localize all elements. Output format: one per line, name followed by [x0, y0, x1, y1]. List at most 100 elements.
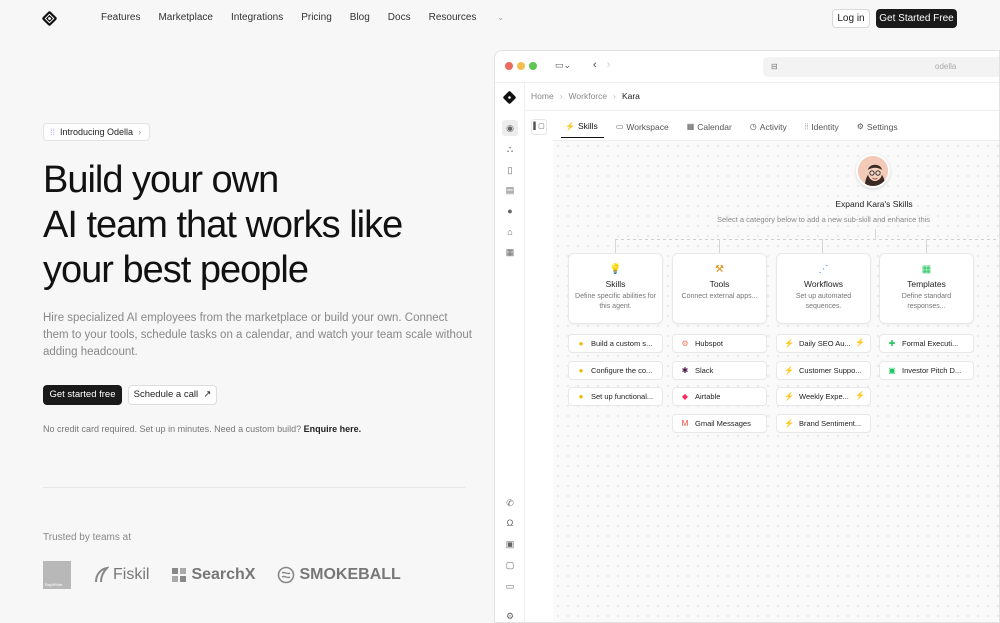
announcement-pill[interactable]: ⁞⁞ Introducing Odella › — [43, 123, 151, 141]
breadcrumb-kara: Kara — [621, 91, 640, 101]
url-bar[interactable]: ⊟ odella — [763, 57, 999, 77]
kara-avatar — [856, 154, 890, 188]
close-window-dot[interactable] — [505, 62, 513, 70]
fiskil-logo: Fiskil — [93, 566, 149, 584]
store-icon[interactable]: ⌂ — [504, 226, 516, 238]
grid-icon[interactable]: ▦ — [504, 246, 516, 258]
document-icon[interactable]: ▢ — [504, 559, 516, 571]
workflow-item[interactable]: ⚡ Brand Sentiment... — [776, 414, 871, 433]
category-card-templates[interactable]: ▦ Templates Define standard responses... — [879, 253, 974, 324]
brand-logo-icon[interactable] — [42, 11, 57, 26]
workflow-item[interactable]: ⚡ Weekly Expe... ⚡ — [776, 387, 871, 406]
arrow-up-right-icon: ↗ — [200, 389, 212, 400]
settings-icon[interactable]: ⚙ — [504, 610, 516, 622]
category-card-tools[interactable]: ⚒ Tools Connect external apps... — [672, 253, 767, 324]
airtable-icon: ◆ — [681, 392, 689, 401]
template-item[interactable]: ▣ Investor Pitch D... — [879, 361, 974, 380]
nav-docs[interactable]: Docs — [388, 12, 411, 23]
signup-note: No credit card required. Set up in minut… — [43, 424, 362, 434]
chat-icon[interactable]: ● — [504, 205, 516, 217]
nav-features[interactable]: Features — [101, 12, 140, 23]
breadcrumb: Home › Workforce › Kara — [531, 91, 640, 101]
panel-toggle-icon[interactable]: ▌▢ — [531, 119, 547, 135]
agent-tabs: ⚡ Skills ▭ Workspace ▦ Calendar ◷ Activity ⦙… — [561, 119, 912, 138]
bolt-icon: ⚡ — [855, 338, 865, 347]
tool-item-airtable[interactable]: ◆ Airtable — [672, 387, 767, 406]
chevron-right-icon: › — [138, 127, 142, 137]
tab-skills[interactable]: ⚡ Skills — [561, 119, 604, 138]
customer-logos: BayWhite Fiskil SearchX SMOKEBALL — [43, 560, 401, 590]
phone-icon[interactable]: ✆ — [504, 497, 516, 509]
nav-marketplace[interactable]: Marketplace — [158, 12, 212, 23]
tool-item-slack[interactable]: ✱ Slack — [672, 361, 767, 380]
schedule-call-button[interactable]: Schedule a call ↗ — [128, 385, 217, 405]
headline-line-1: Build your own — [43, 159, 279, 201]
app-logo-icon[interactable] — [503, 91, 516, 104]
fiskil-mark-icon — [95, 566, 109, 583]
chevron-right-icon: › — [613, 91, 616, 101]
forward-icon[interactable]: › — [607, 59, 611, 71]
connector-line — [926, 239, 927, 253]
bolt-icon: ⚡ — [855, 391, 865, 400]
tab-workspace[interactable]: ▭ Workspace — [612, 119, 675, 138]
controller-icon[interactable]: ▭ — [504, 580, 516, 592]
get-started-button[interactable]: Get Started Free — [876, 9, 957, 28]
top-nav: Features Marketplace Integrations Pricin… — [0, 0, 1000, 38]
tool-item-hubspot[interactable]: ⚙ Hubspot — [672, 334, 767, 353]
sidebar-toggle-icon[interactable]: ▭⌄ — [555, 60, 581, 74]
people-icon[interactable]: ◉ — [502, 120, 518, 136]
app-preview-window: ▭⌄ ‹ › ⊟ odella ◉ ⛬ ▯ ▤ ● ⌂ ▦ ✆ Ω ▣ ▢ ▭ ⚙… — [494, 50, 1000, 623]
enquire-link[interactable]: Enquire here. — [304, 424, 362, 434]
trusted-label: Trusted by teams at — [43, 532, 131, 543]
template-grid-icon: ▦ — [921, 264, 932, 275]
login-button[interactable]: Log in — [832, 9, 870, 28]
window-titlebar: ▭⌄ ‹ › ⊟ odella — [495, 51, 999, 83]
nav-resources[interactable]: Resources ⌄ — [429, 12, 523, 23]
org-chart-icon[interactable]: ⛬ — [504, 143, 516, 155]
workflow-item[interactable]: ⚡ Customer Suppo... — [776, 361, 871, 380]
minimize-window-dot[interactable] — [517, 62, 525, 70]
nav-pricing[interactable]: Pricing — [301, 12, 332, 23]
skills-canvas — [553, 141, 999, 622]
category-card-workflows[interactable]: ⋰ Workflows Set up automated sequences. — [776, 253, 871, 324]
connector-line — [615, 239, 616, 253]
tab-identity[interactable]: ⦙⦙ Identity — [801, 119, 845, 138]
workflow-item[interactable]: ⚡ Daily SEO Au... ⚡ — [776, 334, 871, 353]
book-icon[interactable]: ▯ — [504, 164, 516, 176]
tab-settings[interactable]: ⚙ Settings — [853, 119, 904, 138]
skill-item[interactable]: ● Set up functional... — [568, 387, 663, 406]
lightbulb-icon: ● — [578, 392, 584, 401]
skill-item[interactable]: ● Configure the co... — [568, 361, 663, 380]
clipboard-icon[interactable]: ▤ — [504, 184, 516, 196]
browser-nav: ‹ › — [593, 59, 610, 71]
back-icon[interactable]: ‹ — [593, 59, 597, 71]
get-started-free-button[interactable]: Get started free — [43, 385, 122, 405]
calendar-icon: ▦ — [686, 122, 695, 131]
tab-calendar[interactable]: ▦ Calendar — [683, 119, 738, 138]
connector-line — [875, 229, 876, 239]
template-icon: ✚ — [888, 339, 896, 348]
nav-blog[interactable]: Blog — [350, 12, 370, 23]
announcement-label: Introducing Odella — [60, 127, 134, 137]
app-icon-rail: ◉ ⛬ ▯ ▤ ● ⌂ ▦ ✆ Ω ▣ ▢ ▭ ⚙ — [495, 83, 525, 622]
lightbulb-icon: 💡 — [609, 264, 622, 275]
breadcrumb-workforce[interactable]: Workforce — [569, 91, 608, 101]
tools-icon: ⚒ — [715, 264, 724, 275]
nav-integrations[interactable]: Integrations — [231, 12, 283, 23]
breadcrumb-home[interactable]: Home — [531, 91, 554, 101]
workflow-icon: ⋰ — [818, 264, 829, 275]
tool-item-gmail[interactable]: M Gmail Messages — [672, 414, 767, 433]
lightbulb-icon: ● — [578, 339, 584, 348]
tab-activity[interactable]: ◷ Activity — [746, 119, 793, 138]
monitor-icon: ▭ — [615, 122, 624, 131]
category-card-skills[interactable]: 💡 Skills Define specific abilities for t… — [568, 253, 663, 324]
chevron-right-icon: › — [559, 91, 563, 101]
header-divider — [525, 110, 999, 111]
headset-icon[interactable]: Ω — [504, 517, 516, 529]
messages-icon[interactable]: ▣ — [504, 538, 516, 550]
skill-item[interactable]: ● Build a custom s... — [568, 334, 663, 353]
template-item[interactable]: ✚ Formal Executi... — [879, 334, 974, 353]
bolt-icon: ⚡ — [784, 339, 794, 348]
bolt-icon: ⚡ — [784, 392, 794, 401]
maximize-window-dot[interactable] — [529, 62, 537, 70]
